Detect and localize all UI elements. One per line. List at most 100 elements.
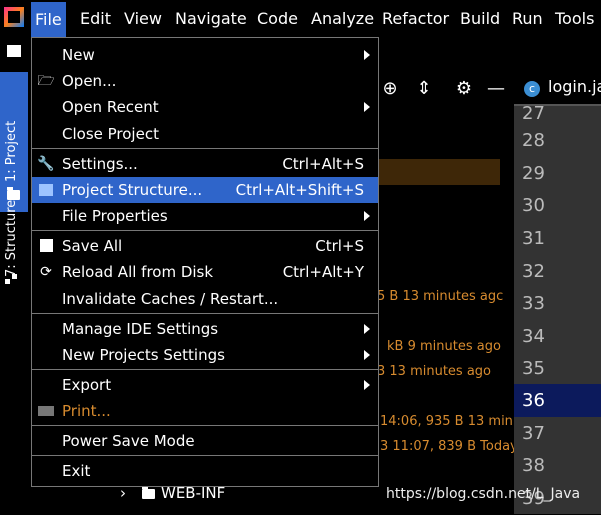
tab-structure-label: 7: Structure — [4, 199, 19, 277]
menu-separator — [32, 425, 378, 426]
menu-item-invalidate-caches[interactable]: Invalidate Caches / Restart... — [32, 286, 378, 312]
line-number: 29 — [522, 163, 545, 184]
line-number-current: 36 — [514, 384, 601, 417]
menu-item-print[interactable]: Print... — [32, 398, 378, 424]
project-panel-toolbar: ⊕ ⇕ ⚙ — — [375, 74, 513, 106]
selected-tree-row[interactable] — [378, 159, 500, 185]
tree-timestamp: kB 9 minutes ago — [387, 339, 501, 354]
menu-item-label: Settings... — [62, 155, 138, 173]
structure-icon-part — [12, 274, 17, 279]
menu-code[interactable]: Code — [257, 7, 298, 31]
menu-tools[interactable]: Tools — [555, 7, 594, 31]
line-number: 30 — [522, 195, 545, 216]
menu-item-export[interactable]: Export — [32, 372, 378, 398]
menu-item-label: Project Structure... — [62, 181, 203, 199]
menu-analyze[interactable]: Analyze — [311, 7, 374, 31]
menu-separator — [32, 230, 378, 231]
menu-edit[interactable]: Edit — [80, 7, 111, 31]
menu-item-label: Save All — [62, 237, 123, 255]
menu-item-file-properties[interactable]: File Properties — [32, 203, 378, 229]
menu-item-shortcut: Ctrl+S — [315, 237, 364, 255]
collapse-all-icon[interactable]: ⇕ — [413, 78, 435, 100]
menu-item-label: Export — [62, 376, 112, 394]
submenu-arrow-icon — [364, 102, 370, 112]
line-number: 38 — [522, 455, 545, 476]
intellij-logo-icon — [4, 7, 24, 27]
menu-item-label: Power Save Mode — [62, 432, 195, 450]
line-number: 33 — [522, 293, 545, 314]
menu-item-shortcut: Ctrl+Alt+Y — [282, 263, 364, 281]
menu-item-settings[interactable]: 🔧 Settings... Ctrl+Alt+S — [32, 151, 378, 177]
save-icon — [37, 238, 55, 254]
menu-item-close-project[interactable]: Close Project — [32, 121, 378, 147]
menu-separator — [32, 313, 378, 314]
menu-item-manage-ide-settings[interactable]: Manage IDE Settings — [32, 316, 378, 342]
wrench-icon: 🔧 — [37, 156, 55, 172]
folder-icon — [142, 486, 155, 499]
folder-open-icon: 🗁 — [37, 73, 55, 89]
menu-build[interactable]: Build — [460, 7, 500, 31]
menu-item-label: Open Recent — [62, 98, 159, 116]
project-structure-icon — [37, 182, 55, 198]
menu-navigate[interactable]: Navigate — [175, 7, 247, 31]
menu-item-open[interactable]: 🗁 Open... — [32, 68, 378, 94]
menu-separator — [32, 148, 378, 149]
tree-timestamp: 3 13 minutes ago — [377, 364, 492, 379]
tab-project-label: 1: Project — [4, 120, 19, 182]
menu-item-label: Close Project — [62, 125, 159, 143]
menu-refactor[interactable]: Refactor — [382, 7, 449, 31]
gear-icon[interactable]: ⚙ — [453, 78, 475, 100]
file-menu-dropdown: New 🗁 Open... Open Recent Close Project … — [31, 37, 379, 487]
tree-timestamp: 3 11:07, 839 B Today — [380, 439, 518, 454]
tree-timestamp: 14:06, 935 B 13 min — [380, 414, 513, 429]
menu-item-label: Open... — [62, 72, 117, 90]
editor-tab-label: login.ja — [548, 77, 601, 96]
minimize-icon[interactable]: — — [485, 78, 507, 100]
menu-separator — [32, 455, 378, 456]
menu-item-new[interactable]: New — [32, 42, 378, 68]
tool-window-strip: 1: Project 7: Structure — [0, 37, 28, 514]
menu-bar: File Edit View Navigate Code Analyze Ref… — [0, 0, 601, 37]
menu-run[interactable]: Run — [512, 7, 543, 31]
menu-item-shortcut: Ctrl+Alt+S — [282, 155, 364, 173]
tab-structure[interactable]: 7: Structure — [0, 182, 28, 292]
line-number: 28 — [522, 130, 545, 151]
menu-separator — [32, 369, 378, 370]
menu-item-save-all[interactable]: Save All Ctrl+S — [32, 233, 378, 259]
line-number: 31 — [522, 228, 545, 249]
submenu-arrow-icon — [364, 350, 370, 360]
tree-timestamp: 5 B 13 minutes agc — [377, 289, 504, 304]
print-icon — [37, 403, 55, 419]
menu-item-power-save-mode[interactable]: Power Save Mode — [32, 428, 378, 454]
submenu-arrow-icon — [364, 211, 370, 221]
menu-file[interactable]: File — [31, 2, 66, 37]
menu-item-shortcut: Ctrl+Alt+Shift+S — [235, 181, 364, 199]
menu-item-label: Reload All from Disk — [62, 263, 214, 281]
menu-view[interactable]: View — [124, 7, 162, 31]
menu-item-open-recent[interactable]: Open Recent — [32, 94, 378, 120]
line-number: 35 — [522, 358, 545, 379]
class-icon: c — [524, 81, 540, 97]
menu-item-project-structure[interactable]: Project Structure... Ctrl+Alt+Shift+S — [32, 177, 378, 203]
menu-item-new-projects-settings[interactable]: New Projects Settings — [32, 342, 378, 368]
line-number: 34 — [522, 326, 545, 347]
menu-item-label: Exit — [62, 462, 91, 480]
menu-item-label: Invalidate Caches / Restart... — [62, 290, 279, 308]
submenu-arrow-icon — [364, 50, 370, 60]
submenu-arrow-icon — [364, 324, 370, 334]
menu-item-label: Manage IDE Settings — [62, 320, 219, 338]
menu-item-label: New Projects Settings — [62, 346, 225, 364]
submenu-arrow-icon — [364, 380, 370, 390]
menu-item-label: File Properties — [62, 207, 168, 225]
menu-item-label: New — [62, 46, 95, 64]
project-toolbar-icon[interactable] — [7, 45, 21, 57]
locate-icon[interactable]: ⊕ — [379, 78, 401, 100]
menu-item-exit[interactable]: Exit — [32, 458, 378, 484]
line-number: 32 — [522, 261, 545, 282]
line-number: 37 — [522, 423, 545, 444]
watermark: https://blog.csdn.net/L_Java — [386, 486, 581, 502]
structure-icon — [5, 279, 10, 284]
menu-item-label: Print... — [62, 402, 111, 420]
reload-icon: ⟳ — [40, 264, 52, 280]
menu-item-reload-all[interactable]: ⟳ Reload All from Disk Ctrl+Alt+Y — [32, 259, 378, 285]
